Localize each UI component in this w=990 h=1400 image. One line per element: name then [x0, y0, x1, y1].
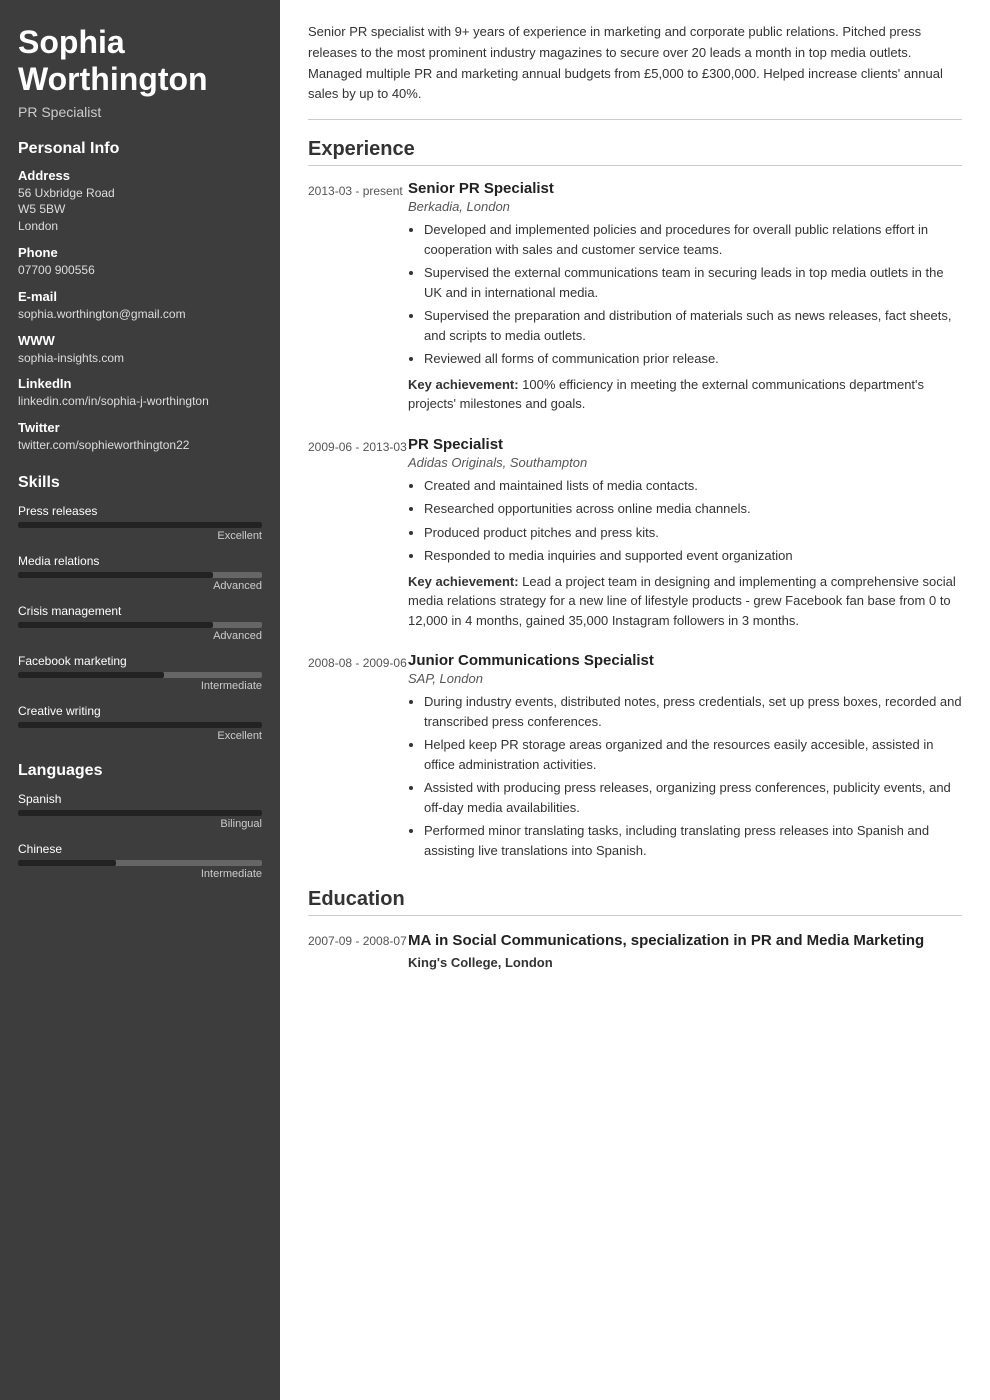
skills-list: Press releases Excellent Media relations…	[18, 504, 262, 742]
language-level: Bilingual	[18, 818, 262, 830]
exp-company: SAP, London	[408, 671, 962, 686]
exp-company: Berkadia, London	[408, 199, 962, 214]
email-value: sophia.worthington@gmail.com	[18, 306, 262, 323]
education-list: 2007-09 - 2008-07 MA in Social Communica…	[308, 930, 962, 970]
key-achievement: Key achievement: Lead a project team in …	[408, 572, 962, 631]
sidebar: Sophia Worthington PR Specialist Persona…	[0, 0, 280, 1400]
exp-bullets: During industry events, distributed note…	[408, 692, 962, 860]
bullet-item: Supervised the external communications t…	[424, 263, 962, 302]
bullet-item: Created and maintained lists of media co…	[424, 476, 962, 496]
edu-date: 2007-09 - 2008-07	[308, 930, 408, 970]
bullet-item: Researched opportunities across online m…	[424, 499, 962, 519]
experience-block: 2009-06 - 2013-03 PR Specialist Adidas O…	[308, 436, 962, 631]
exp-content: PR Specialist Adidas Originals, Southamp…	[408, 436, 962, 631]
exp-company: Adidas Originals, Southampton	[408, 455, 962, 470]
skill-bar-fill	[18, 622, 213, 628]
skill-level: Excellent	[18, 530, 262, 542]
candidate-name: Sophia Worthington	[18, 24, 262, 98]
skill-name: Creative writing	[18, 704, 262, 718]
main-content: Senior PR specialist with 9+ years of ex…	[280, 0, 990, 1400]
key-achievement: Key achievement: 100% efficiency in meet…	[408, 375, 962, 414]
skill-bar-bg	[18, 722, 262, 728]
education-block: 2007-09 - 2008-07 MA in Social Communica…	[308, 930, 962, 970]
language-bar-fill	[18, 810, 262, 816]
skill-item: Media relations Advanced	[18, 554, 262, 592]
exp-date: 2009-06 - 2013-03	[308, 436, 408, 631]
bullet-item: Supervised the preparation and distribut…	[424, 306, 962, 345]
skill-bar-fill	[18, 572, 213, 578]
edu-school: King's College, London	[408, 955, 924, 970]
phone-label: Phone	[18, 245, 262, 260]
experience-block: 2008-08 - 2009-06 Junior Communications …	[308, 652, 962, 866]
language-name: Chinese	[18, 842, 262, 856]
exp-date: 2013-03 - present	[308, 180, 408, 414]
skill-level: Intermediate	[18, 680, 262, 692]
skill-name: Press releases	[18, 504, 262, 518]
skill-bar-fill	[18, 672, 164, 678]
skill-item: Press releases Excellent	[18, 504, 262, 542]
bullet-item: Assisted with producing press releases, …	[424, 778, 962, 817]
education-heading: Education	[308, 888, 962, 916]
bullet-item: Performed minor translating tasks, inclu…	[424, 821, 962, 860]
summary-text: Senior PR specialist with 9+ years of ex…	[308, 22, 962, 120]
language-bar-bg	[18, 810, 262, 816]
candidate-title: PR Specialist	[18, 104, 262, 120]
skill-item: Facebook marketing Intermediate	[18, 654, 262, 692]
language-item: Chinese Intermediate	[18, 842, 262, 880]
resume-container: Sophia Worthington PR Specialist Persona…	[0, 0, 990, 1400]
bullet-item: Responded to media inquiries and support…	[424, 546, 962, 566]
www-value: sophia-insights.com	[18, 350, 262, 367]
skill-bar-bg	[18, 622, 262, 628]
experience-list: 2013-03 - present Senior PR Specialist B…	[308, 180, 962, 866]
address-value: 56 Uxbridge RoadW5 5BWLondon	[18, 185, 262, 235]
language-bar-fill	[18, 860, 116, 866]
exp-content: Junior Communications Specialist SAP, Lo…	[408, 652, 962, 866]
skills-heading: Skills	[18, 474, 262, 492]
bullet-item: Reviewed all forms of communication prio…	[424, 349, 962, 369]
experience-block: 2013-03 - present Senior PR Specialist B…	[308, 180, 962, 414]
linkedin-label: LinkedIn	[18, 376, 262, 391]
bullet-item: Developed and implemented policies and p…	[424, 220, 962, 259]
edu-content: MA in Social Communications, specializat…	[408, 930, 924, 970]
experience-heading: Experience	[308, 138, 962, 166]
twitter-value: twitter.com/sophieworthington22	[18, 437, 262, 454]
phone-value: 07700 900556	[18, 262, 262, 279]
exp-title: PR Specialist	[408, 436, 962, 453]
language-level: Intermediate	[18, 868, 262, 880]
language-item: Spanish Bilingual	[18, 792, 262, 830]
exp-content: Senior PR Specialist Berkadia, London De…	[408, 180, 962, 414]
languages-list: Spanish Bilingual Chinese Intermediate	[18, 792, 262, 880]
www-label: WWW	[18, 333, 262, 348]
personal-info-heading: Personal Info	[18, 140, 262, 158]
exp-bullets: Developed and implemented policies and p…	[408, 220, 962, 369]
skill-level: Advanced	[18, 580, 262, 592]
skill-item: Crisis management Advanced	[18, 604, 262, 642]
language-name: Spanish	[18, 792, 262, 806]
email-label: E-mail	[18, 289, 262, 304]
skill-item: Creative writing Excellent	[18, 704, 262, 742]
bullet-item: Produced product pitches and press kits.	[424, 523, 962, 543]
language-bar-bg	[18, 860, 262, 866]
skill-level: Excellent	[18, 730, 262, 742]
exp-date: 2008-08 - 2009-06	[308, 652, 408, 866]
exp-bullets: Created and maintained lists of media co…	[408, 476, 962, 566]
skill-bar-bg	[18, 572, 262, 578]
exp-title: Junior Communications Specialist	[408, 652, 962, 669]
skill-bar-bg	[18, 672, 262, 678]
linkedin-value: linkedin.com/in/sophia-j-worthington	[18, 393, 262, 410]
edu-title: MA in Social Communications, specializat…	[408, 930, 924, 951]
skill-name: Media relations	[18, 554, 262, 568]
skill-level: Advanced	[18, 630, 262, 642]
address-label: Address	[18, 168, 262, 183]
skill-bar-fill	[18, 522, 262, 528]
skill-name: Facebook marketing	[18, 654, 262, 668]
twitter-label: Twitter	[18, 420, 262, 435]
skill-name: Crisis management	[18, 604, 262, 618]
languages-heading: Languages	[18, 762, 262, 780]
bullet-item: During industry events, distributed note…	[424, 692, 962, 731]
skill-bar-fill	[18, 722, 262, 728]
skill-bar-bg	[18, 522, 262, 528]
bullet-item: Helped keep PR storage areas organized a…	[424, 735, 962, 774]
exp-title: Senior PR Specialist	[408, 180, 962, 197]
